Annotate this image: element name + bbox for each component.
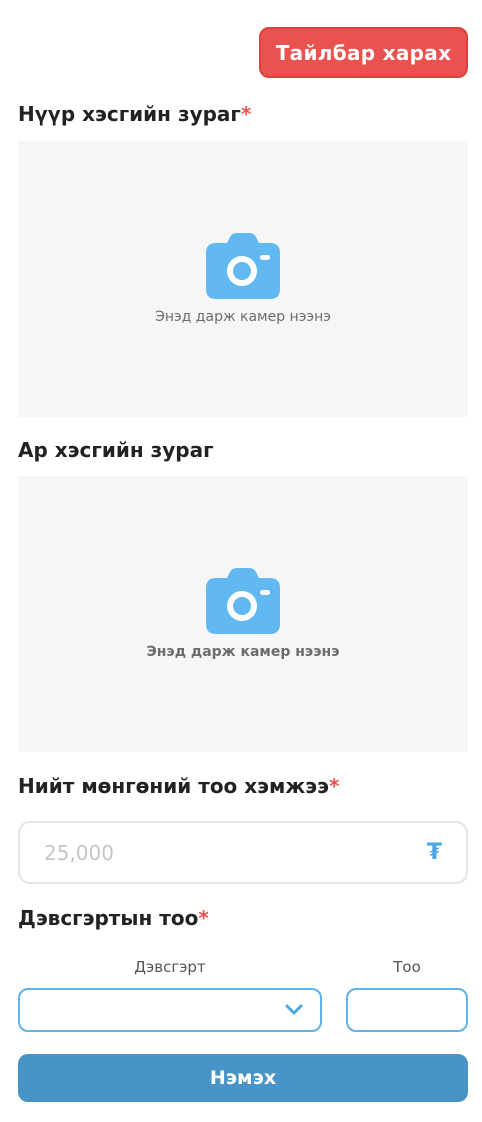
total-amount-title: Нийт мөнгөний тоо хэмжээ* bbox=[18, 774, 339, 798]
denomination-label: Дэвсгэрт bbox=[134, 958, 206, 976]
denomination-select[interactable] bbox=[18, 988, 322, 1032]
camera-hint: Энэд дарж камер нээнэ bbox=[146, 644, 340, 660]
count-label: Тоо bbox=[393, 958, 421, 976]
add-button[interactable]: Нэмэх bbox=[18, 1054, 468, 1102]
camera-icon bbox=[206, 568, 280, 634]
total-amount-title-text: Нийт мөнгөний тоо хэмжээ bbox=[18, 774, 329, 798]
required-mark: * bbox=[328, 774, 340, 798]
front-photo-title-text: Нүүр хэсгийн зураг bbox=[18, 102, 241, 126]
total-amount-input[interactable] bbox=[44, 840, 427, 865]
denominations-title-text: Дэвсгэртын тоо bbox=[18, 906, 199, 930]
required-mark: * bbox=[198, 906, 209, 930]
chevron-down-icon bbox=[285, 1004, 303, 1015]
back-photo-title: Ар хэсгийн зураг bbox=[18, 438, 214, 462]
help-button[interactable]: Тайлбар харах bbox=[259, 27, 468, 78]
count-input[interactable] bbox=[348, 990, 466, 1030]
total-amount-field[interactable]: ₮ bbox=[18, 821, 468, 884]
camera-hint: Энэд дарж камер нээнэ bbox=[155, 309, 331, 325]
count-field[interactable] bbox=[346, 988, 468, 1032]
required-mark: * bbox=[240, 102, 252, 126]
denominations-title: Дэвсгэртын тоо* bbox=[18, 906, 209, 930]
back-photo-upload[interactable]: Энэд дарж камер нээнэ bbox=[18, 476, 468, 752]
front-photo-title: Нүүр хэсгийн зураг* bbox=[18, 102, 251, 126]
tugrik-icon: ₮ bbox=[426, 840, 442, 865]
front-photo-upload[interactable]: Энэд дарж камер нээнэ bbox=[18, 141, 468, 417]
camera-icon bbox=[206, 233, 280, 299]
